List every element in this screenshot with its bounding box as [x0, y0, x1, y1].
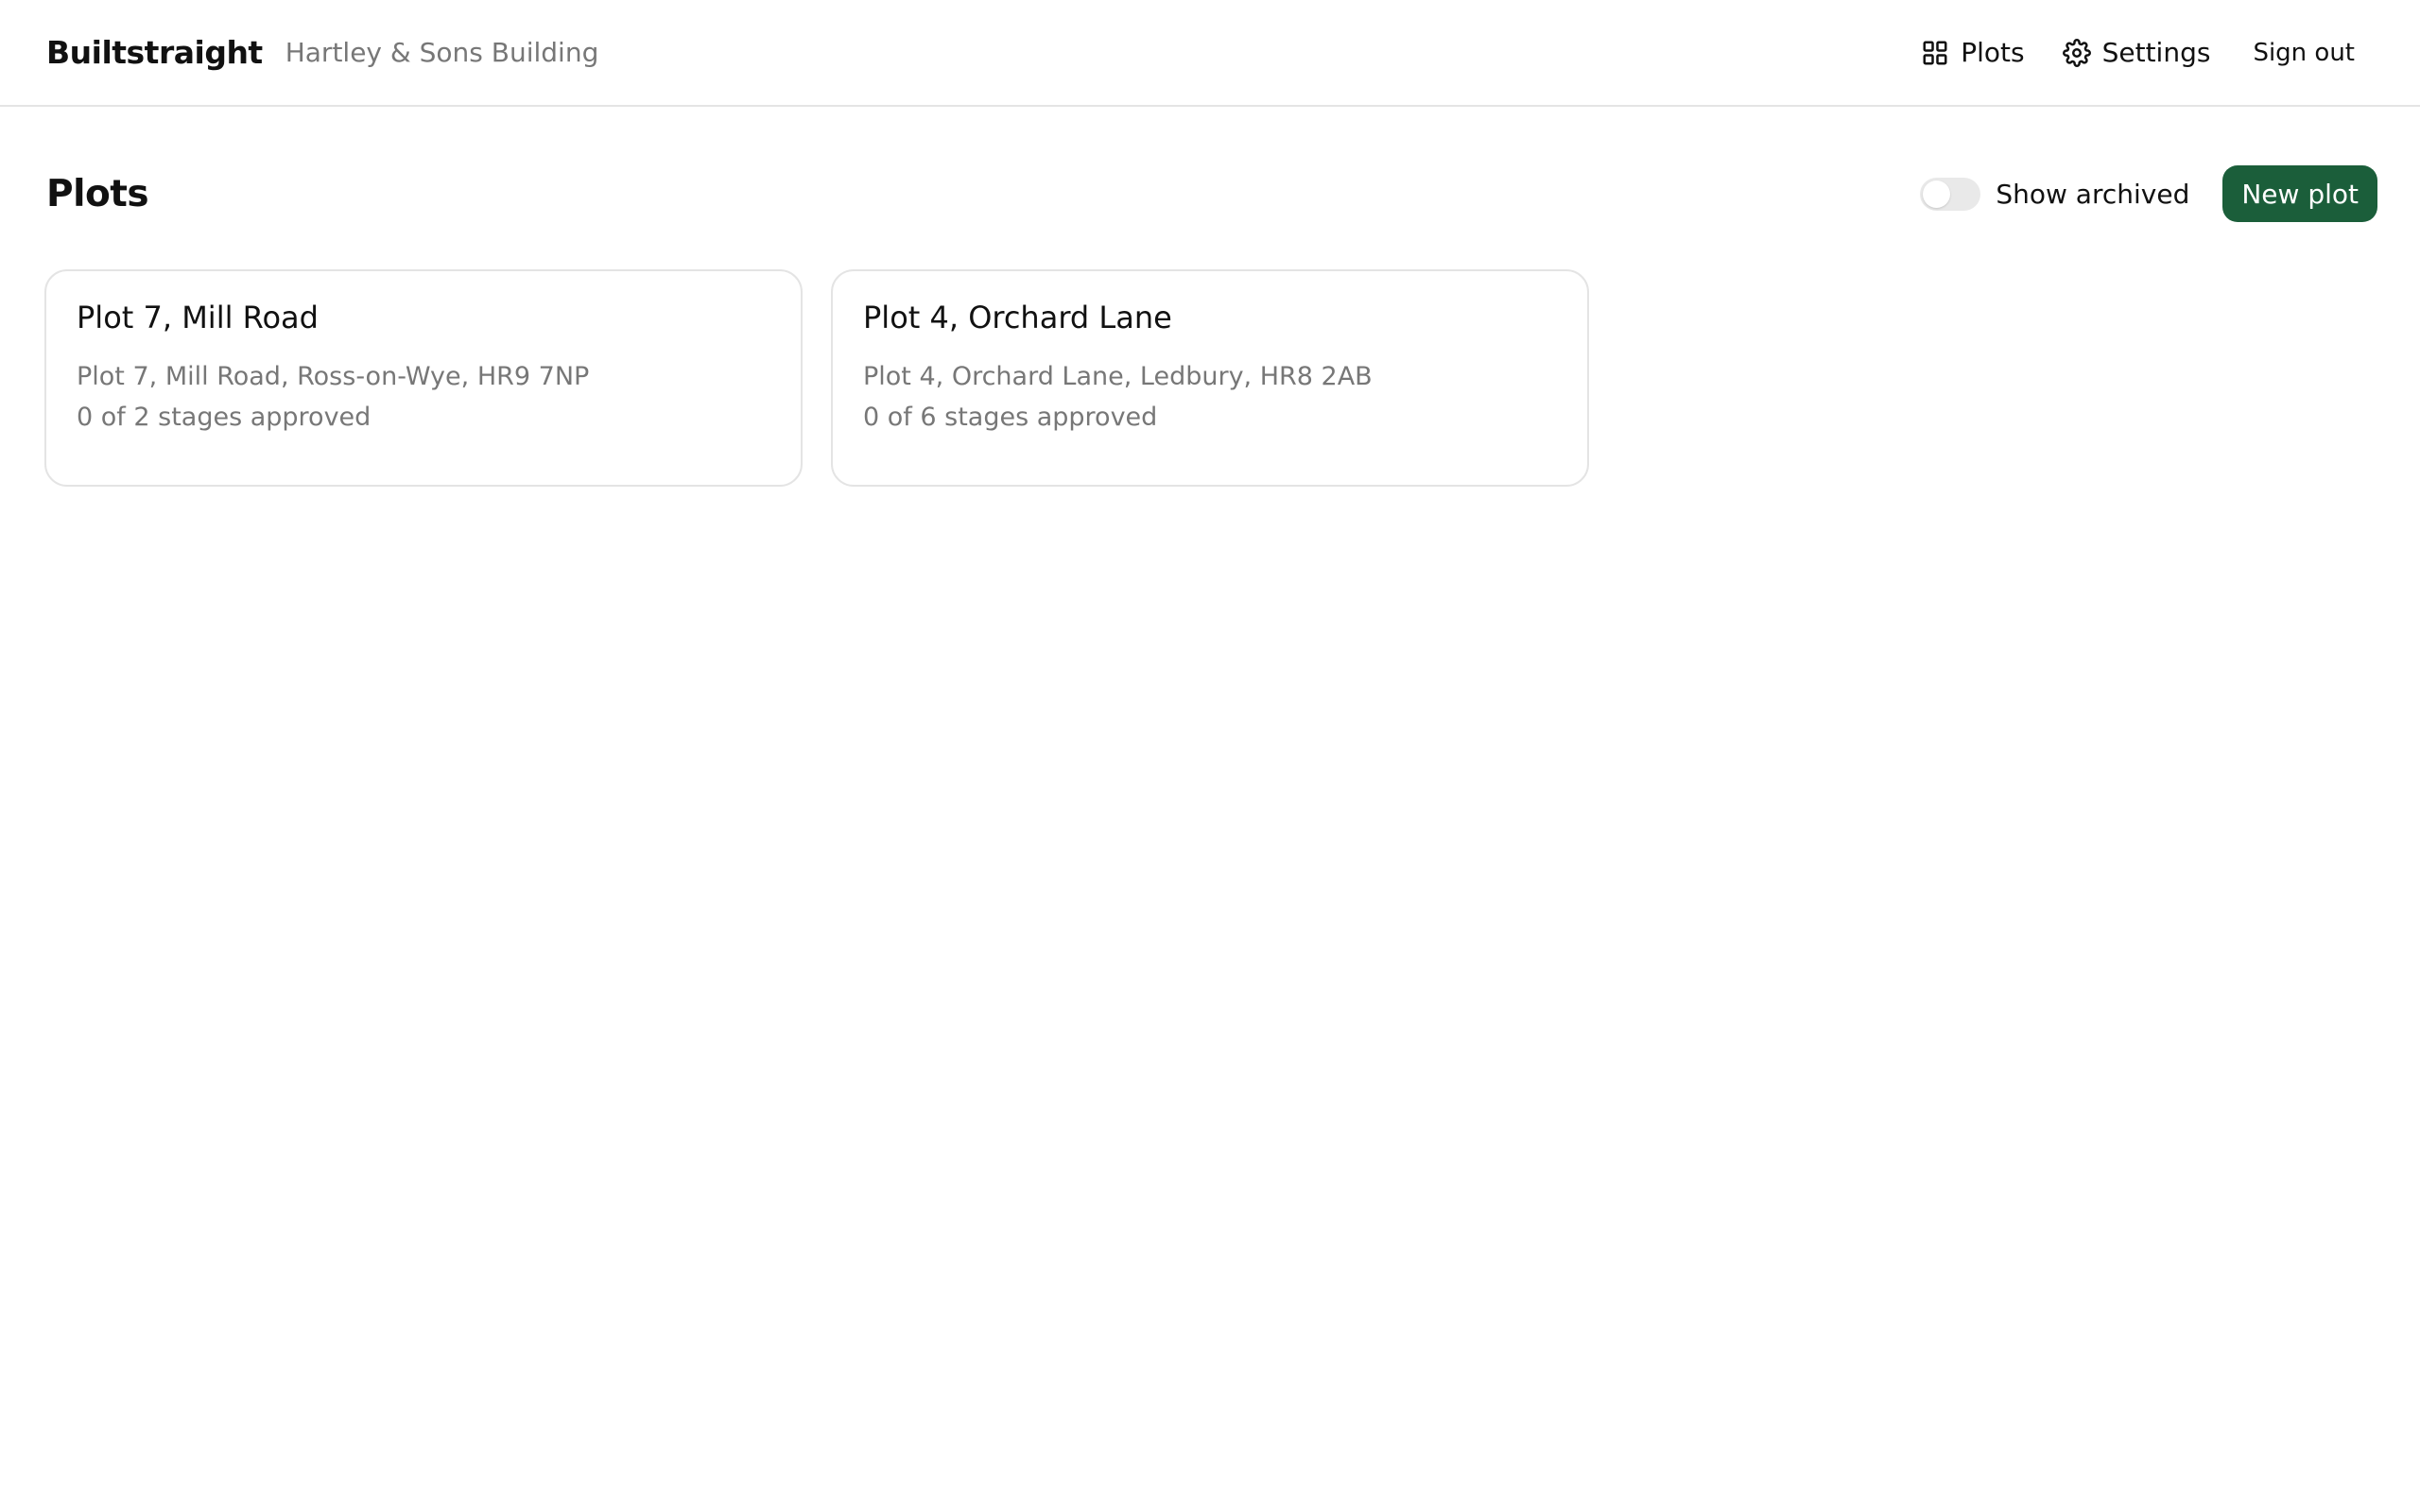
grid-icon: [1921, 39, 1949, 67]
plot-card-address: Plot 7, Mill Road, Ross-on-Wye, HR9 7NP: [77, 362, 590, 391]
show-archived-switch[interactable]: [1920, 177, 1981, 211]
brand-name[interactable]: Builtstraight: [46, 34, 263, 71]
main-nav: Plots Settings Sign out: [1921, 37, 2374, 68]
plot-card-title: Plot 4, Orchard Lane: [863, 300, 1172, 335]
nav-settings-link[interactable]: Settings: [2062, 37, 2211, 68]
plot-card-title: Plot 7, Mill Road: [77, 300, 319, 335]
plot-card[interactable]: Plot 4, Orchard Lane Plot 4, Orchard Lan…: [831, 269, 1589, 487]
switch-knob: [1923, 180, 1951, 208]
organization-name: Hartley & Sons Building: [285, 37, 599, 68]
main-content: Plots Show archived New plot Plot 7, Mil…: [0, 146, 2420, 487]
top-bar: Builtstraight Hartley & Sons Building Pl…: [0, 0, 2420, 107]
header-actions: Show archived New plot: [1920, 165, 2377, 222]
plot-card[interactable]: Plot 7, Mill Road Plot 7, Mill Road, Ros…: [44, 269, 803, 487]
plot-card-progress: 0 of 2 stages approved: [77, 403, 372, 432]
nav-settings-label: Settings: [2101, 37, 2211, 68]
plot-list: Plot 7, Mill Road Plot 7, Mill Road, Ros…: [0, 269, 2420, 487]
page-header: Plots Show archived New plot: [0, 146, 2420, 241]
new-plot-button[interactable]: New plot: [2222, 165, 2377, 222]
plot-card-progress: 0 of 6 stages approved: [863, 403, 1158, 432]
nav-plots-link[interactable]: Plots: [1921, 37, 2025, 68]
sign-out-link[interactable]: Sign out: [2253, 39, 2355, 67]
gear-icon: [2062, 38, 2091, 67]
page-title: Plots: [46, 172, 149, 215]
show-archived-label: Show archived: [1996, 178, 2190, 210]
nav-plots-label: Plots: [1961, 37, 2025, 68]
show-archived-toggle[interactable]: Show archived: [1920, 177, 2190, 211]
plot-card-address: Plot 4, Orchard Lane, Ledbury, HR8 2AB: [863, 362, 1373, 391]
